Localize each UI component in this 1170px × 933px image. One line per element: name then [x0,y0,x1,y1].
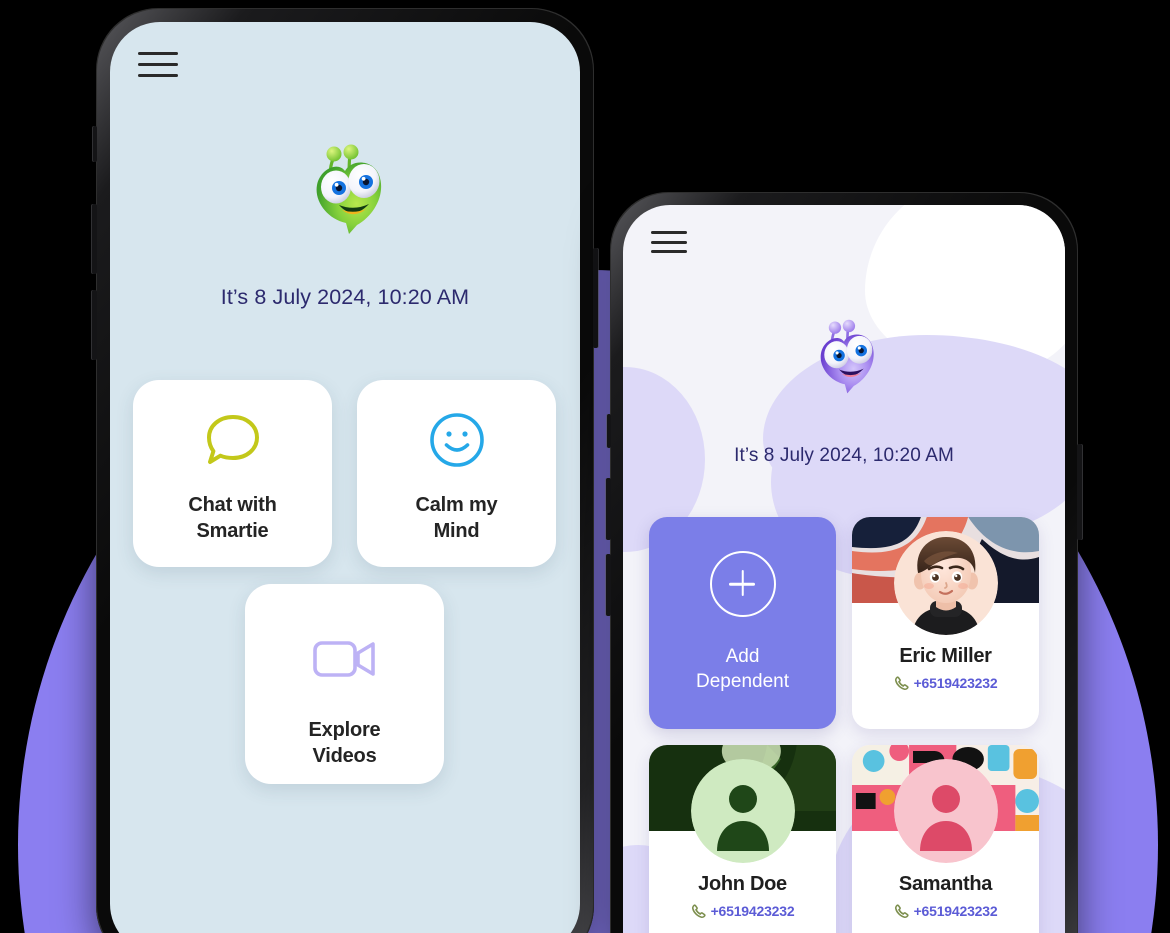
tile-explore-videos[interactable]: Explore Videos [245,584,444,784]
dependent-name: Samantha [898,873,993,895]
tile-videos-label: Explore Videos [308,719,381,767]
screen-left: It’s 8 July 2024, 10:20 AM Chat with Sma… [110,22,580,933]
dependent-card-john-doe[interactable]: John Doe +6519423232 [649,745,836,933]
dependent-phone-row[interactable]: +6519423232 [649,903,836,919]
current-datetime-left: It’s 8 July 2024, 10:20 AM [220,285,470,309]
power-button-left-phone[interactable] [593,248,598,348]
smiley-face-icon [428,410,486,470]
phone-handset-icon [894,903,909,918]
hamburger-menu-icon[interactable] [651,231,687,253]
power-button-right-phone[interactable] [1077,444,1082,540]
add-dependent-label: Add Dependent [696,646,789,692]
tile-calm-my-mind[interactable]: Calm my Mind [357,380,556,567]
mute-switch-left-phone[interactable] [93,126,97,162]
tile-chat-label: Chat with Smartie [188,494,277,542]
volume-down-right-phone[interactable] [606,554,611,616]
volume-up-left-phone[interactable] [92,204,97,274]
tile-chat-with-smartie[interactable]: Chat with Smartie [133,380,332,567]
volume-up-right-phone[interactable] [606,478,611,540]
dependent-card-eric-miller[interactable]: Eric Miller +6519423232 [852,517,1039,729]
hamburger-menu-icon[interactable] [138,52,178,77]
avatar [893,759,998,863]
phone-handset-icon [691,903,706,918]
avatar [893,531,998,635]
phone-mockup-right: It’s 8 July 2024, 10:20 AM Add Dependent [606,192,1082,933]
phone-handset-icon [894,675,909,690]
dependent-phone-number: +6519423232 [913,903,998,919]
avatar [690,759,795,863]
dependent-phone-number: +6519423232 [913,675,998,691]
scene-stage: It’s 8 July 2024, 10:20 AM Chat with Sma… [0,0,1170,933]
video-camera-icon [312,629,378,689]
decorative-blob-white [865,205,1065,375]
tile-calm-label: Calm my Mind [415,494,498,542]
current-datetime-right: It’s 8 July 2024, 10:20 AM [734,445,954,466]
green-smartie-mascot [289,139,401,243]
add-dependent-button[interactable]: Add Dependent [649,517,836,729]
dependent-name: John Doe [698,873,787,895]
chat-bubble-icon [203,410,263,470]
dependent-phone-row[interactable]: +6519423232 [852,903,1039,919]
screen-right: It’s 8 July 2024, 10:20 AM Add Dependent [623,205,1065,933]
purple-smartie-mascot [798,315,890,401]
dependent-name: Eric Miller [899,645,992,667]
volume-down-left-phone[interactable] [92,290,97,360]
dependent-phone-number: +6519423232 [710,903,795,919]
mute-switch-right-phone[interactable] [607,414,611,448]
dependents-grid: Add Dependent Eric Miller +6519423232 Jo… [649,517,1039,933]
dependent-phone-row[interactable]: +6519423232 [852,675,1039,691]
plus-circle-icon [709,551,776,618]
dependent-card-samantha[interactable]: Samantha +6519423232 [852,745,1039,933]
phone-mockup-left: It’s 8 July 2024, 10:20 AM Chat with Sma… [92,8,598,933]
